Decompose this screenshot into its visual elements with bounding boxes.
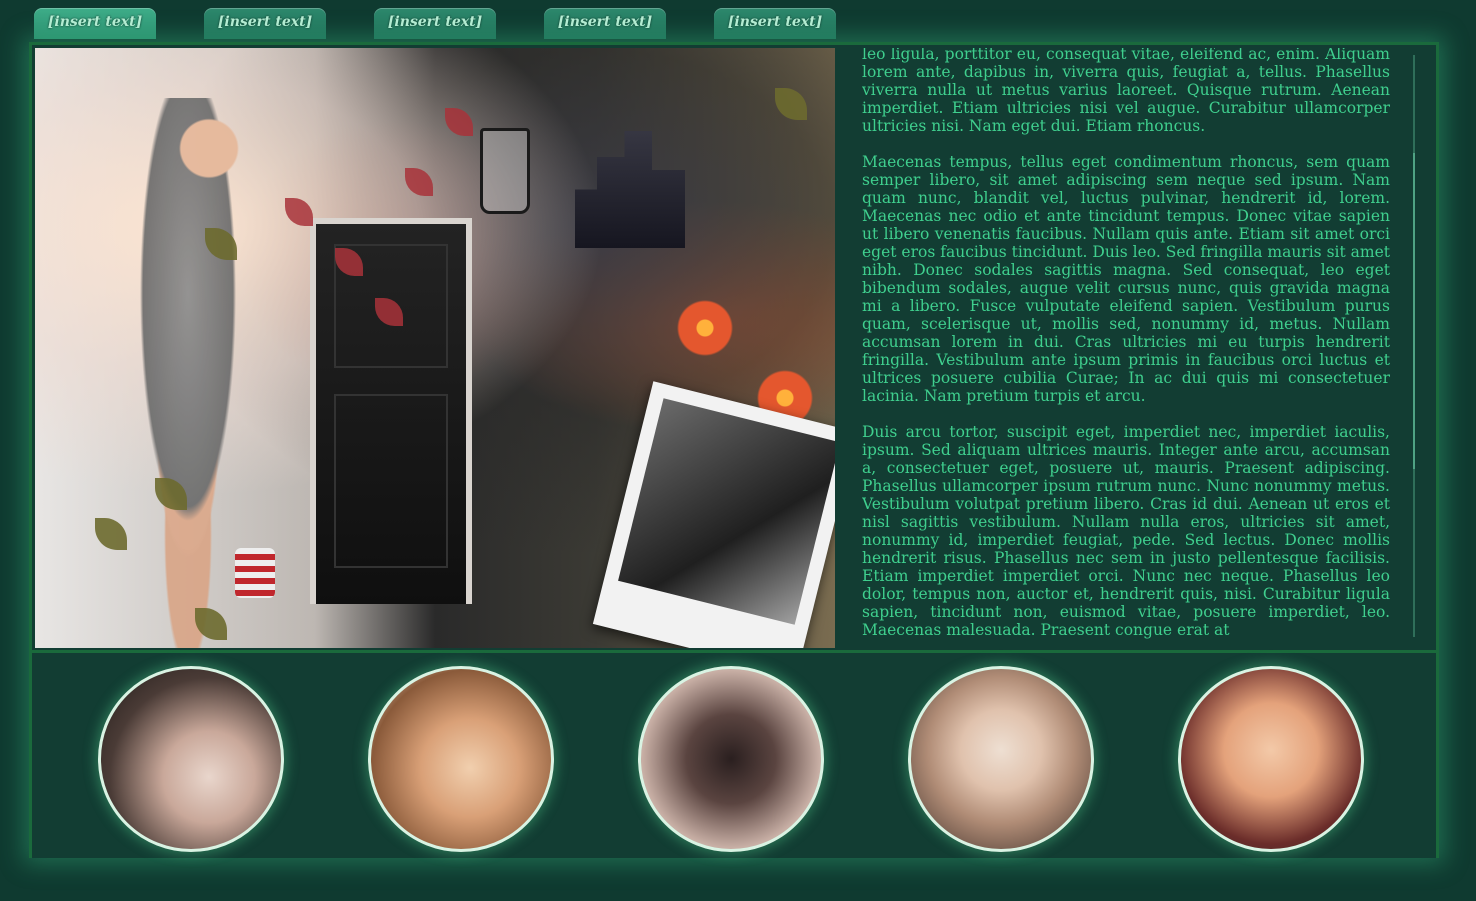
gallery-photo-5[interactable] bbox=[1178, 666, 1364, 852]
polaroid-photo bbox=[592, 381, 835, 648]
tab-1[interactable]: [insert text] bbox=[34, 8, 156, 39]
city-skyline-graphic bbox=[575, 131, 685, 248]
leaf-icon bbox=[405, 168, 433, 196]
paragraph-3: Duis arcu tortor, suscipit eget, imperdi… bbox=[862, 423, 1390, 639]
paragraph-2: Maecenas tempus, tellus eget condimentum… bbox=[862, 153, 1390, 405]
striped-socks-graphic bbox=[235, 548, 275, 598]
lamp-graphic bbox=[480, 128, 530, 214]
tab-3[interactable]: [insert text] bbox=[374, 8, 496, 39]
text-scroll-area: leo ligula, porttitor eu, consequat vita… bbox=[862, 48, 1390, 639]
tab-2[interactable]: [insert text] bbox=[204, 8, 326, 39]
text-content[interactable]: leo ligula, porttitor eu, consequat vita… bbox=[862, 48, 1390, 644]
gallery-photo-2[interactable] bbox=[368, 666, 554, 852]
gallery-photo-1[interactable] bbox=[98, 666, 284, 852]
tab-4[interactable]: [insert text] bbox=[544, 8, 666, 39]
gallery-strip bbox=[32, 650, 1436, 858]
hero-collage-image bbox=[35, 48, 835, 648]
door-graphic bbox=[310, 218, 472, 604]
leaf-icon bbox=[445, 108, 473, 136]
gallery-photo-4[interactable] bbox=[908, 666, 1094, 852]
leaf-icon bbox=[285, 198, 313, 226]
tab-5[interactable]: [insert text] bbox=[714, 8, 836, 39]
paragraph-1: leo ligula, porttitor eu, consequat vita… bbox=[862, 48, 1390, 135]
ivy-leaf-icon bbox=[95, 518, 127, 550]
scrollbar-thumb[interactable] bbox=[1413, 153, 1415, 469]
gallery-photo-3[interactable] bbox=[638, 666, 824, 852]
main-frame: leo ligula, porttitor eu, consequat vita… bbox=[29, 42, 1439, 858]
flower-icon bbox=[675, 298, 735, 358]
ivy-leaf-icon bbox=[775, 88, 807, 120]
